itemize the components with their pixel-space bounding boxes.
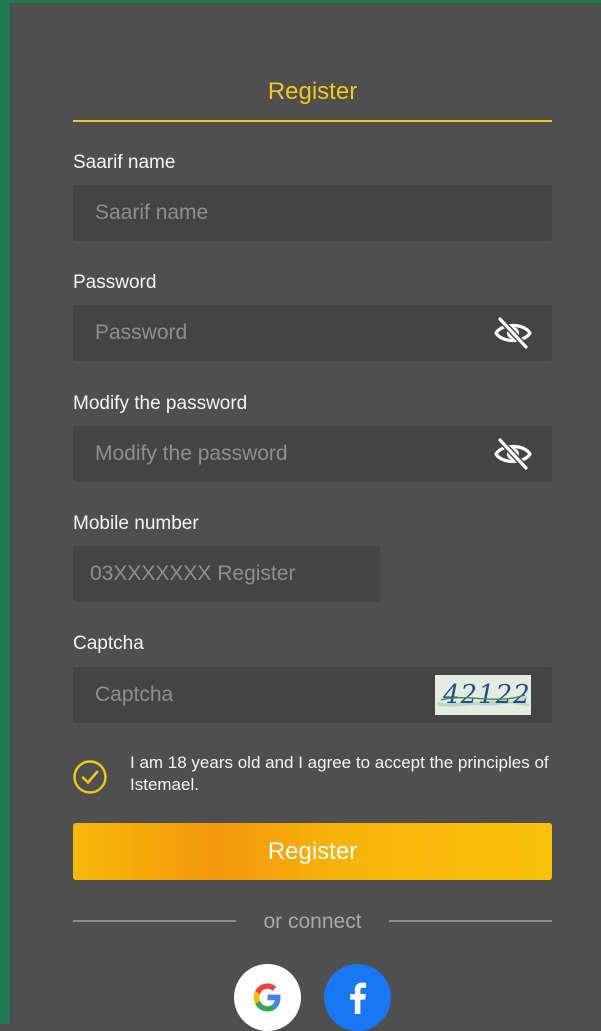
password-field-box	[73, 305, 552, 361]
register-title: Register	[267, 78, 358, 105]
google-icon	[253, 983, 281, 1012]
username-label: Saarif name	[73, 152, 176, 173]
frame-top-border	[0, 0, 601, 3]
confirm-password-input[interactable]	[73, 426, 552, 482]
confirm-password-label: Modify the password	[73, 393, 248, 414]
register-tab[interactable]: Register	[73, 78, 552, 106]
password-input[interactable]	[73, 305, 552, 361]
mobile-input[interactable]	[73, 546, 380, 602]
confirm-password-field-box	[73, 426, 552, 482]
divider-right	[389, 920, 552, 922]
captcha-code: 42122	[442, 680, 531, 710]
eye-slash-icon[interactable]	[494, 316, 532, 350]
username-input[interactable]	[73, 185, 552, 241]
eye-slash-icon[interactable]	[494, 437, 532, 471]
facebook-login-button[interactable]	[324, 964, 391, 1031]
username-field-box	[73, 185, 552, 241]
mobile-label: Mobile number	[73, 513, 199, 534]
register-tab-underline	[73, 120, 552, 122]
captcha-label: Captcha	[73, 633, 144, 654]
mobile-field-box	[73, 546, 380, 602]
frame-left-border	[0, 0, 10, 1024]
captcha-image[interactable]: 42122	[435, 675, 531, 715]
register-button[interactable]: Register	[73, 823, 552, 880]
google-login-button[interactable]	[234, 964, 301, 1031]
check-circle-icon[interactable]	[73, 760, 107, 794]
facebook-icon	[350, 982, 367, 1014]
captcha-field-box: 42122	[73, 667, 552, 723]
or-connect-text: or connect	[263, 910, 362, 933]
password-label: Password	[73, 272, 157, 293]
agreement-text: I am 18 years old and I agree to accept …	[130, 753, 549, 794]
